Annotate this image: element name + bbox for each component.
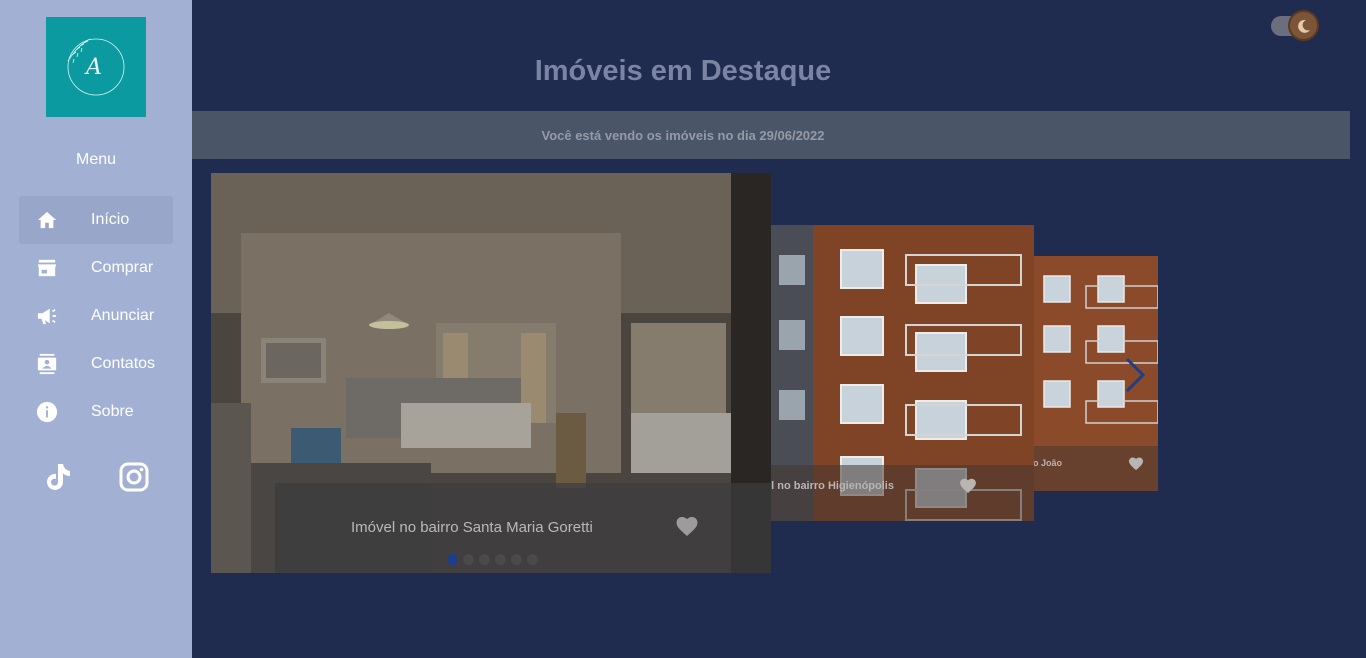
slide-caption-text: el no bairro Higienópolis [771,480,894,492]
carousel-next-button[interactable] [1123,355,1147,395]
menu-title: Menu [75,151,117,168]
sidebar-item-label: Sobre [91,403,134,420]
slide-caption-text: Imóvel no bairro Santa Maria Goretti [351,519,593,536]
tiktok-icon[interactable] [42,461,74,493]
home-icon [35,208,59,232]
pagination-dot[interactable] [479,554,490,565]
sidebar-item-contatos[interactable]: Contatos [19,340,173,388]
sidebar-item-comprar[interactable]: Comprar [19,244,173,292]
sidebar-item-label: Contatos [91,355,156,372]
logo-letter: A [86,55,102,80]
sidebar-item-label: Comprar [91,259,154,276]
pagination-dot[interactable] [527,554,538,565]
sidebar-item-anunciar[interactable]: Anunciar [19,292,173,340]
pagination-dot[interactable] [495,554,506,565]
moon-icon [1297,19,1310,33]
info-icon [35,400,59,424]
heart-icon[interactable] [1128,456,1144,476]
pagination-dot[interactable] [463,554,474,565]
logo[interactable]: A [46,17,146,117]
date-banner: Você está vendo os imóveis no dia 29/06/… [192,111,1350,159]
sidebar-item-label: Anunciar [91,307,155,324]
sidebar: A Menu Início Comprar Anunciar Contatos [0,0,192,658]
chevron-right-icon [1125,357,1146,393]
sidebar-item-inicio[interactable]: Início [19,196,173,244]
carousel-pagination [447,554,538,565]
sidebar-item-sobre[interactable]: Sobre [19,388,173,436]
carousel-slide[interactable]: el no bairro Higienópolis [771,225,1034,521]
megaphone-icon [35,304,59,328]
heart-icon[interactable] [959,477,977,499]
date-text: Você está vendo os imóveis no dia 29/06/… [541,127,825,143]
slide-caption: el no bairro Higienópolis [771,465,1034,521]
carousel-slide-active[interactable]: Imóvel no bairro Santa Maria Goretti [211,173,771,573]
theme-toggle[interactable] [1288,10,1319,41]
slide-caption: São João [1034,446,1158,491]
pagination-dot-active[interactable] [447,554,458,565]
slide-caption-text: São João [1034,458,1063,468]
pagination-dot[interactable] [511,554,522,565]
sidebar-item-label: Início [91,211,130,228]
store-icon [35,256,59,280]
heart-icon[interactable] [675,515,699,542]
instagram-icon[interactable] [118,461,150,493]
contacts-icon [35,352,59,376]
page-title: Imóveis em Destaque [534,55,832,87]
sidebar-nav: Início Comprar Anunciar Contatos Sobre [19,196,173,436]
